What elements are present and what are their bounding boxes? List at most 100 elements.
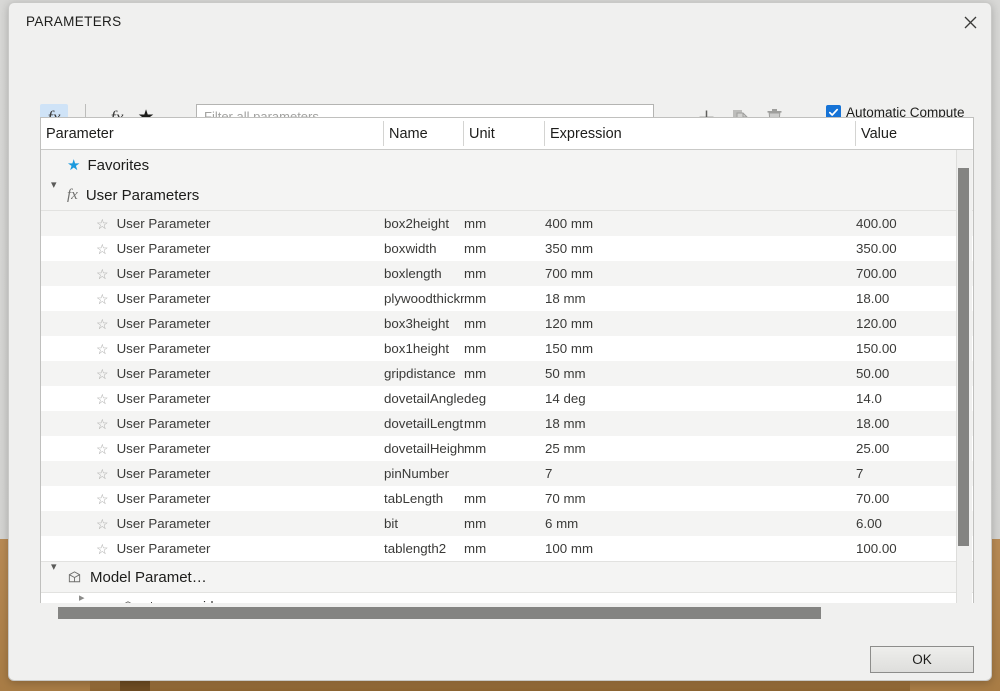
table-row[interactable]: ☆ User Parameter tablength2 mm 100 mm 100.00 (41, 536, 973, 561)
cell-expression[interactable]: 14 deg (545, 386, 856, 411)
cell-unit[interactable]: mm (464, 536, 545, 561)
favorite-star-icon[interactable]: ☆ (96, 217, 109, 231)
favorite-star-icon[interactable]: ☆ (96, 467, 109, 481)
group-row-model-parameters[interactable]: ▾ Model Paramet… (41, 561, 973, 593)
cube-icon (67, 570, 82, 585)
cell-expression[interactable]: 120 mm (545, 311, 856, 336)
cell-unit[interactable]: mm (464, 286, 545, 311)
cell-unit[interactable]: mm (464, 436, 545, 461)
cell-name[interactable]: box3height (384, 311, 464, 336)
favorite-star-icon[interactable]: ☆ (96, 342, 109, 356)
cell-name[interactable]: dovetailHeight (384, 436, 464, 461)
column-header-name[interactable]: Name (384, 118, 464, 149)
cell-name[interactable]: box2height (384, 211, 464, 236)
cell-unit[interactable]: mm (464, 411, 545, 436)
cell-text: User Parameter (116, 366, 211, 381)
group-label: User Parameters (85, 186, 200, 204)
cell-text: User Parameter (116, 291, 211, 306)
cell-expression[interactable]: 350 mm (545, 236, 856, 261)
cell-name[interactable]: boxwidth (384, 236, 464, 261)
table-row[interactable]: ☆ User Parameter dovetailHeight mm 25 mm 25.0… (41, 436, 973, 461)
favorite-star-icon[interactable]: ☆ (96, 542, 109, 556)
cell-name[interactable]: bit (384, 511, 464, 536)
cell-expression[interactable]: 400 mm (545, 211, 856, 236)
cell-expression[interactable]: 6 mm (545, 511, 856, 536)
cell-name[interactable]: box1height (384, 336, 464, 361)
favorite-star-icon[interactable]: ☆ (96, 417, 109, 431)
table-row[interactable]: ☆ User Parameter bit mm 6 mm 6.00 (41, 511, 973, 536)
table-row[interactable]: ☆User Parameterplywoodthicknessmm18 mm18… (41, 286, 973, 311)
vertical-scrollbar-thumb[interactable] (958, 168, 969, 546)
column-header-value[interactable]: Value (856, 118, 973, 149)
cell-unit[interactable]: mm (464, 211, 545, 236)
cell-parameter: ☆ User Parameter (41, 236, 439, 261)
cell-unit[interactable] (464, 461, 545, 486)
cell-expression[interactable]: 25 mm (545, 436, 856, 461)
cell-unit[interactable]: mm (464, 486, 545, 511)
dialog-title: PARAMETERS (26, 14, 122, 29)
group-row-favorites[interactable]: ★ Favorites (41, 150, 973, 180)
column-header-parameter[interactable]: Parameter (41, 118, 384, 149)
cell-expression[interactable]: 100 mm (545, 536, 856, 561)
horizontal-scrollbar-thumb[interactable] (58, 607, 821, 619)
cell-expression[interactable]: 700 mm (545, 261, 856, 286)
table-row[interactable]: ☆ User Parameter boxlength mm 700 mm 700.00 (41, 261, 973, 286)
cell-name[interactable]: tablength2 (384, 536, 464, 561)
cell-expression[interactable]: 7 (545, 461, 856, 486)
cell-expression[interactable]: 18 mm (545, 286, 856, 311)
table-row[interactable]: ☆ User Parameter boxwidth mm 350 mm 350.00 (41, 236, 973, 261)
cell-name[interactable]: tabLength (384, 486, 464, 511)
table-row[interactable]: ☆ User Parameter box1height mm 150 mm 150.00 (41, 336, 973, 361)
cell-text: User Parameter (116, 266, 211, 281)
cell-parameter: ☆ User Parameter (41, 461, 439, 486)
cell-expression[interactable]: 50 mm (545, 361, 856, 386)
cell-unit[interactable]: mm (464, 361, 545, 386)
dialog-titlebar: PARAMETERS (9, 3, 991, 41)
column-header-unit[interactable]: Unit (464, 118, 545, 149)
favorite-star-icon[interactable]: ☆ (96, 442, 109, 456)
table-row[interactable]: ☆ User Parameter gripdistance mm 50 mm 50.00 (41, 361, 973, 386)
cell-unit[interactable]: mm (464, 261, 545, 286)
cell-parameter: ☆ User Parameter (41, 511, 439, 536)
cell-name[interactable]: gripdistance (384, 361, 464, 386)
close-icon[interactable] (957, 9, 983, 35)
favorite-star-icon[interactable]: ☆ (96, 392, 109, 406)
cell-parameter: ☆ User Parameter (41, 311, 439, 336)
table-row[interactable]: ☆ User Parameter tabLength mm 70 mm 70.00 (41, 486, 973, 511)
favorite-star-icon[interactable]: ☆ (96, 267, 109, 281)
favorite-star-icon[interactable]: ☆ (96, 292, 109, 306)
cell-name[interactable]: plywoodthickness (384, 286, 464, 311)
favorite-star-icon[interactable]: ☆ (96, 517, 109, 531)
cell-unit[interactable]: mm (464, 311, 545, 336)
vertical-scrollbar[interactable] (956, 150, 972, 624)
table-row[interactable]: ☆ User Parameter pinNumber 7 7 (41, 461, 973, 486)
cell-unit[interactable]: mm (464, 236, 545, 261)
group-row-user-parameters[interactable]: ▾ fx User Parameters (41, 180, 973, 211)
cell-expression[interactable]: 70 mm (545, 486, 856, 511)
cell-unit[interactable]: mm (464, 336, 545, 361)
group-label-cell: Model Paramet… (41, 562, 410, 592)
favorite-star-icon[interactable]: ☆ (96, 242, 109, 256)
cell-name[interactable]: pinNumber (384, 461, 464, 486)
cell-parameter: ☆ User Parameter (41, 211, 439, 236)
group-label-cell: ★ Favorites (41, 150, 410, 180)
cell-unit[interactable]: deg (464, 386, 545, 411)
favorite-star-icon[interactable]: ☆ (96, 367, 109, 381)
cell-expression[interactable]: 150 mm (545, 336, 856, 361)
favorite-star-icon[interactable]: ☆ (96, 492, 109, 506)
table-row[interactable]: ☆ User Parameter box2height mm 400 mm 400.00 (41, 211, 973, 236)
table-row[interactable]: ☆ User Parameter box3height mm 120 mm 120.00 (41, 311, 973, 336)
cell-name[interactable]: dovetailLength (384, 411, 464, 436)
cell-text: User Parameter (116, 316, 211, 331)
horizontal-scrollbar[interactable] (40, 603, 974, 625)
cell-unit[interactable]: mm (464, 511, 545, 536)
cell-name[interactable]: boxlength (384, 261, 464, 286)
table-row[interactable]: ☆ User Parameter dovetailAngle deg 14 deg 14.… (41, 386, 973, 411)
favorite-star-icon[interactable]: ☆ (96, 317, 109, 331)
ok-button[interactable]: OK (870, 646, 974, 673)
column-header-expression[interactable]: Expression (545, 118, 856, 149)
cell-parameter: ☆ User Parameter (41, 336, 439, 361)
cell-name[interactable]: dovetailAngle (384, 386, 464, 411)
cell-expression[interactable]: 18 mm (545, 411, 856, 436)
table-row[interactable]: ☆ User Parameter dovetailLength mm 18 mm 18.0… (41, 411, 973, 436)
